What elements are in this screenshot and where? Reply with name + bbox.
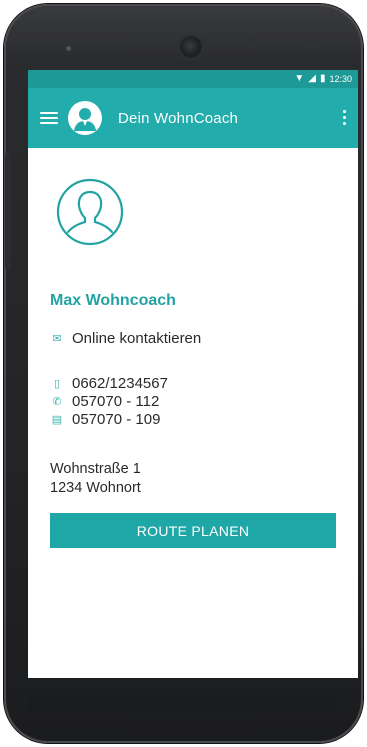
mail-icon: ✉ [52, 333, 62, 345]
wifi-icon: ▼ [294, 73, 305, 84]
avatar-icon [68, 101, 102, 135]
phone-icon: ✆ [52, 396, 62, 408]
battery-icon: ▮ [319, 73, 326, 84]
fax-number: 057070 - 109 [72, 411, 161, 428]
app-title: Dein WohnCoach [118, 109, 239, 127]
status-time: 12:30 [329, 74, 352, 84]
profile-icon [56, 178, 124, 251]
address-street: Wohnstraße 1 [50, 461, 141, 477]
phone-number: 057070 - 112 [72, 393, 160, 410]
address-city: 1234 Wohnort [50, 480, 141, 496]
menu-icon[interactable] [40, 112, 58, 124]
phone-row[interactable]: ✆ 057070 - 112 [50, 393, 159, 410]
mobile-icon: ▯ [53, 378, 61, 390]
mobile-number: 0662/1234567 [72, 375, 168, 392]
online-contact-link[interactable]: ✉ Online kontaktieren [50, 330, 201, 347]
app-bar: Dein WohnCoach [28, 88, 358, 148]
online-contact-label: Online kontaktieren [72, 330, 202, 347]
fax-row[interactable]: ▤ 057070 - 109 [50, 411, 161, 428]
more-icon[interactable] [343, 110, 346, 125]
fax-icon: ▤ [51, 414, 63, 426]
sensor [304, 44, 316, 48]
screen: ▼ ◢ ▮ 12:30 Dein WohnCoach Max Wohncoach… [28, 70, 358, 678]
bottom-bezel [28, 696, 338, 714]
route-button[interactable]: ROUTE PLANEN [50, 513, 336, 548]
signal-icon: ◢ [308, 73, 316, 84]
front-camera [180, 36, 202, 58]
contact-name: Max Wohncoach [50, 292, 176, 309]
side-button [5, 152, 11, 270]
status-bar: ▼ ◢ ▮ 12:30 [28, 70, 358, 88]
mobile-row[interactable]: ▯ 0662/1234567 [50, 375, 168, 392]
phone-frame: ▼ ◢ ▮ 12:30 Dein WohnCoach Max Wohncoach… [4, 4, 363, 743]
speaker-dot [66, 46, 71, 51]
